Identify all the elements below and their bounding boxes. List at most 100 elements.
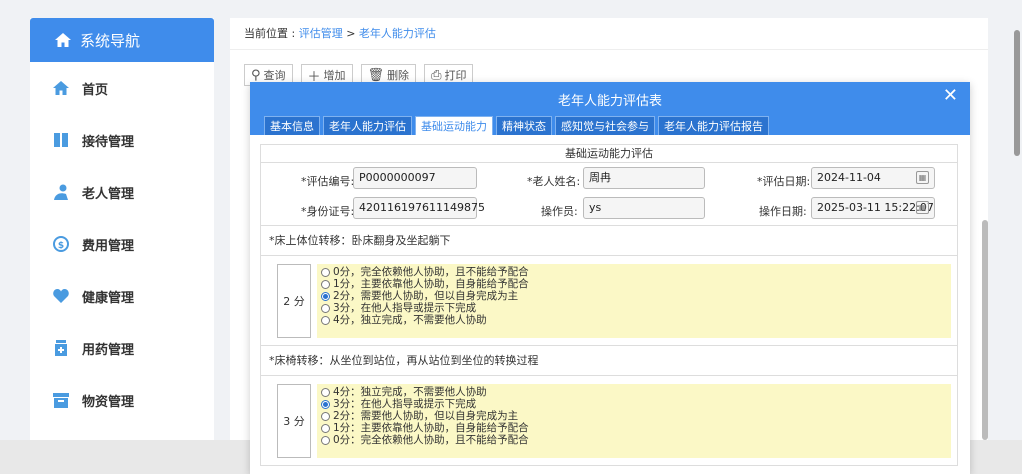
radio-icon[interactable]	[321, 411, 330, 421]
sidebar-item-home[interactable]: 首页	[30, 62, 214, 114]
eval-date-value: 2024-11-04	[817, 171, 881, 184]
radio-icon[interactable]	[321, 387, 330, 397]
breadcrumb-prefix: 当前位置 :	[244, 27, 299, 40]
option-radio[interactable]: 3分，在他人指导或提示下完成	[321, 302, 951, 314]
sidebar-item-label: 健康管理	[82, 290, 135, 306]
eval-no-field[interactable]: P0000000097	[353, 167, 477, 189]
option-radio[interactable]: 1分：主要依靠他人协助，自身能给予配合	[321, 422, 951, 434]
question-block: 2 分 0分，完全依赖他人协助，且不能给予配合 1分，主要依靠他人协助，自身能给…	[260, 256, 958, 346]
search-icon: ⚲	[251, 67, 261, 83]
option-radio[interactable]: 0分：完全依赖他人协助，且不能给予配合	[321, 434, 951, 446]
breadcrumb-link-current[interactable]: 老年人能力评估	[359, 27, 436, 40]
radio-icon[interactable]	[321, 267, 330, 277]
option-label: 4分：独立完成，不需要他人协助	[333, 386, 487, 398]
op-date-label: 操作日期:	[759, 205, 807, 218]
operator-label: 操作员:	[541, 205, 578, 218]
radio-icon[interactable]	[321, 303, 330, 313]
tab-elderly-ability[interactable]: 老年人能力评估	[323, 116, 412, 135]
radio-icon[interactable]	[321, 435, 330, 445]
option-label: 4分，独立完成，不需要他人协助	[333, 314, 487, 326]
close-icon[interactable]: ✕	[943, 85, 958, 106]
delete-label: 删除	[387, 69, 410, 82]
sidebar-item-elderly[interactable]: 老人管理	[30, 166, 214, 218]
modal-scrollbar[interactable]	[982, 220, 988, 440]
money-icon: $	[53, 236, 69, 252]
option-label: 1分：主要依靠他人协助，自身能给予配合	[333, 422, 529, 434]
option-label: 3分，在他人指导或提示下完成	[333, 302, 477, 314]
radio-selected-icon[interactable]	[321, 291, 330, 301]
operator-field[interactable]: ys	[583, 197, 705, 219]
sidebar-header[interactable]: 系统导航	[30, 18, 214, 62]
modal-body: 基础运动能力评估 *评估编号: P0000000097 *老人姓名: 周冉 *评…	[260, 144, 958, 474]
sidebar-item-label: 首页	[82, 82, 109, 98]
id-field[interactable]: 420116197611149875	[353, 197, 485, 219]
op-date-field[interactable]: 2025-03-11 15:22:07 ▦	[811, 197, 935, 219]
tab-assessment-report[interactable]: 老年人能力评估报告	[658, 116, 769, 135]
person-icon	[54, 184, 68, 200]
sidebar: 系统导航 首页 接待管理 老人管理 $ 费用管理 健康管理 用药管理 物资管理	[30, 18, 214, 474]
radio-icon[interactable]	[321, 315, 330, 325]
tab-basic-motor[interactable]: 基础运动能力	[415, 116, 493, 135]
breadcrumb-link-assessment[interactable]: 评估管理	[299, 27, 343, 40]
radio-icon[interactable]	[321, 423, 330, 433]
option-radio[interactable]: 4分：独立完成，不需要他人协助	[321, 386, 951, 398]
svg-text:$: $	[58, 241, 64, 251]
sidebar-item-label: 费用管理	[82, 238, 135, 254]
book-icon	[54, 133, 68, 147]
option-radio[interactable]: 1分，主要依靠他人协助，自身能给予配合	[321, 278, 951, 290]
option-label: 3分：在他人指导或提示下完成	[333, 398, 477, 410]
tab-mental-state[interactable]: 精神状态	[496, 116, 552, 135]
option-label: 2分：需要他人协助，但以自身完成为主	[333, 410, 519, 422]
info-grid: *评估编号: P0000000097 *老人姓名: 周冉 *评估日期: 2024…	[260, 162, 958, 226]
option-radio[interactable]: 2分：需要他人协助，但以自身完成为主	[321, 410, 951, 422]
sidebar-item-label: 物资管理	[82, 394, 135, 410]
name-label: *老人姓名:	[527, 175, 581, 188]
sidebar-item-fees[interactable]: $ 费用管理	[30, 218, 214, 270]
calendar-icon[interactable]: ▦	[916, 201, 929, 214]
options-group: 4分：独立完成，不需要他人协助 3分：在他人指导或提示下完成 2分：需要他人协助…	[317, 384, 951, 458]
option-radio[interactable]: 4分，独立完成，不需要他人协助	[321, 314, 951, 326]
page-scrollbar[interactable]	[1014, 30, 1020, 156]
eval-date-field[interactable]: 2024-11-04 ▦	[811, 167, 935, 189]
score-box: 3 分	[277, 384, 311, 458]
radio-icon[interactable]	[321, 279, 330, 289]
query-label: 查询	[263, 69, 286, 82]
sidebar-item-medicine[interactable]: 用药管理	[30, 322, 214, 374]
question-label: *床上体位转移：卧床翻身及坐起躺下	[260, 226, 958, 256]
option-radio[interactable]: 0分，完全依赖他人协助，且不能给予配合	[321, 266, 951, 278]
option-label: 1分，主要依靠他人协助，自身能给予配合	[333, 278, 529, 290]
option-label: 0分，完全依赖他人协助，且不能给予配合	[333, 266, 529, 278]
printer-icon: ⎙	[431, 67, 442, 83]
score-box: 2 分	[277, 264, 311, 338]
print-label: 打印	[444, 69, 467, 82]
radio-selected-icon[interactable]	[321, 399, 330, 409]
tab-basic-info[interactable]: 基本信息	[264, 116, 320, 135]
modal-tabs: 基本信息 老年人能力评估 基础运动能力 精神状态 感知觉与社会参与 老年人能力评…	[264, 116, 769, 135]
trash-icon: 🗑	[367, 67, 385, 83]
box-icon	[53, 393, 69, 408]
add-label: 增加	[323, 69, 346, 82]
tab-perception-social[interactable]: 感知觉与社会参与	[555, 116, 655, 135]
question-block: 3 分 4分：独立完成，不需要他人协助 3分：在他人指导或提示下完成 2分：需要…	[260, 376, 958, 466]
sidebar-title: 系统导航	[80, 31, 141, 50]
medicine-icon	[55, 340, 67, 356]
sidebar-item-reception[interactable]: 接待管理	[30, 114, 214, 166]
sidebar-item-label: 接待管理	[82, 134, 135, 150]
assessment-modal: 老年人能力评估表 ✕ 基本信息 老年人能力评估 基础运动能力 精神状态 感知觉与…	[250, 82, 970, 474]
name-field[interactable]: 周冉	[583, 167, 705, 189]
home-icon	[55, 33, 71, 47]
modal-header: 老年人能力评估表 ✕ 基本信息 老年人能力评估 基础运动能力 精神状态 感知觉与…	[250, 82, 970, 135]
sidebar-item-label: 用药管理	[82, 342, 135, 358]
id-label: *身份证号:	[301, 205, 355, 218]
option-label: 2分，需要他人协助，但以自身完成为主	[333, 290, 519, 302]
breadcrumb: 当前位置 : 评估管理 > 老年人能力评估	[230, 18, 988, 50]
option-radio[interactable]: 3分：在他人指导或提示下完成	[321, 398, 951, 410]
sidebar-item-health[interactable]: 健康管理	[30, 270, 214, 322]
option-radio[interactable]: 2分，需要他人协助，但以自身完成为主	[321, 290, 951, 302]
option-label: 0分：完全依赖他人协助，且不能给予配合	[333, 434, 529, 446]
eval-no-label: *评估编号:	[301, 175, 355, 188]
calendar-icon[interactable]: ▦	[916, 171, 929, 184]
sidebar-item-label: 老人管理	[82, 186, 135, 202]
breadcrumb-separator: >	[342, 27, 359, 40]
sidebar-item-supplies[interactable]: 物资管理	[30, 374, 214, 426]
